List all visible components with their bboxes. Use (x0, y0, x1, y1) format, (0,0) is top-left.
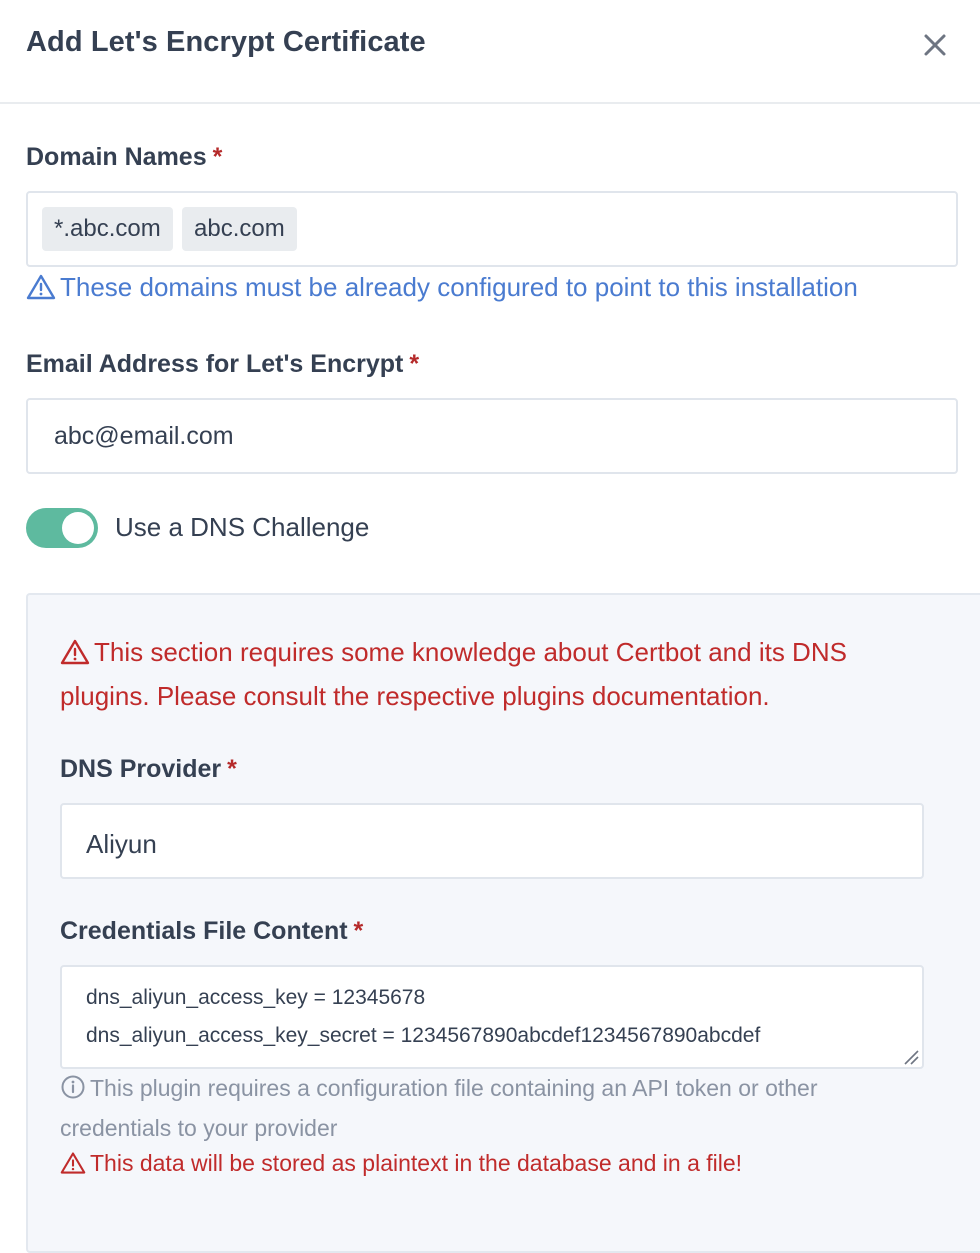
plaintext-warning: This data will be stored as plaintext in… (60, 1150, 742, 1177)
domain-tag[interactable]: *.abc.com (42, 207, 173, 251)
resize-handle-icon[interactable] (903, 1049, 919, 1065)
email-value: abc@email.com (54, 422, 234, 450)
domain-names-label: Domain Names * (26, 143, 223, 171)
modal-title: Add Let's Encrypt Certificate (26, 26, 426, 58)
email-field[interactable]: abc@email.com (26, 398, 958, 474)
credentials-line: dns_aliyun_access_key = 12345678 (86, 986, 426, 1009)
required-mark: * (409, 350, 420, 378)
credentials-info: This plugin requires a configuration fil… (60, 1075, 818, 1141)
warning-icon (60, 639, 90, 665)
warning-icon (26, 274, 56, 300)
dns-provider-label: DNS Provider * (60, 755, 237, 783)
domain-tag[interactable]: abc.com (182, 207, 297, 251)
info-icon (61, 1075, 85, 1099)
dns-section-warning: This section requires some knowledge abo… (60, 637, 847, 711)
credentials-textarea[interactable] (60, 965, 924, 1069)
toggle-knob (62, 512, 94, 544)
close-icon (924, 34, 946, 56)
dns-provider-value: Aliyun (86, 829, 157, 859)
dns-provider-select[interactable]: Aliyun (60, 803, 924, 879)
domain-hint: These domains must be already configured… (26, 272, 858, 303)
required-mark: * (227, 755, 237, 783)
warning-icon (60, 1152, 86, 1174)
required-mark: * (353, 917, 364, 945)
domain-names-input[interactable]: *.abc.com abc.com (26, 191, 958, 267)
dns-challenge-label: Use a DNS Challenge (115, 512, 370, 542)
credentials-line: dns_aliyun_access_key_secret = 123456789… (86, 1024, 761, 1047)
modal-header: Add Let's Encrypt Certificate (0, 0, 980, 104)
close-button[interactable] (918, 28, 952, 62)
email-label: Email Address for Let's Encrypt * (26, 350, 420, 378)
required-mark: * (212, 143, 223, 171)
credentials-label: Credentials File Content * (60, 917, 364, 945)
dns-challenge-toggle[interactable] (26, 508, 98, 548)
